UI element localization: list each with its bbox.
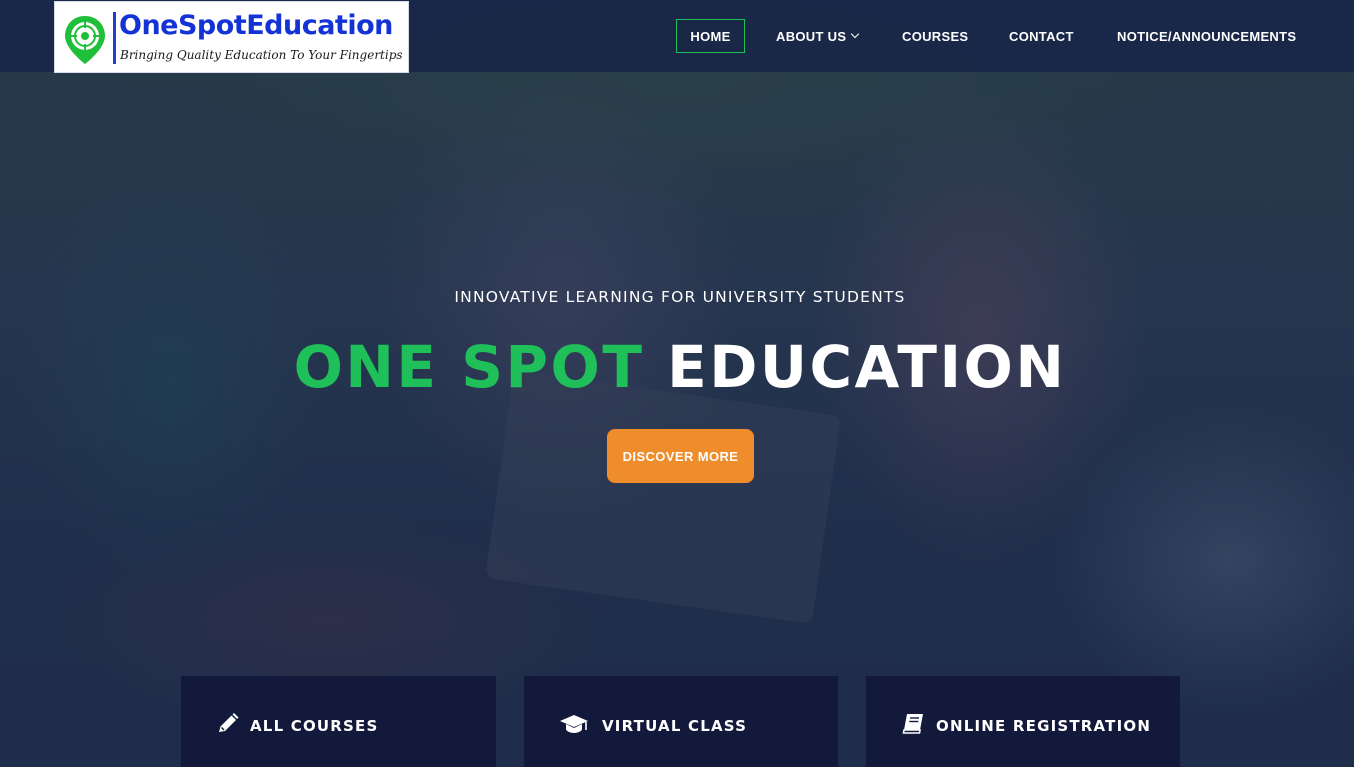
feature-label: ONLINE REGISTRATION [936, 717, 1152, 735]
nav-notice-announcements[interactable]: NOTICE/ANNOUNCEMENTS [1117, 19, 1296, 53]
logo-title: OneSpotEducation [119, 10, 393, 41]
site-header: OneSpotEducation Bringing Quality Educat… [0, 0, 1354, 73]
book-icon [902, 714, 923, 734]
nav-about-us[interactable]: ABOUT US [776, 19, 860, 53]
nav-courses[interactable]: COURSES [902, 19, 968, 53]
discover-more-button[interactable]: DISCOVER MORE [607, 429, 754, 483]
chevron-down-icon [851, 29, 860, 39]
hero-title-green: ONE SPOT [293, 333, 645, 401]
graduation-cap-icon [560, 715, 588, 733]
nav-home[interactable]: HOME [676, 19, 745, 53]
nav-contact[interactable]: CONTACT [1009, 19, 1074, 53]
site-logo[interactable]: OneSpotEducation Bringing Quality Educat… [54, 1, 409, 73]
location-target-icon [65, 16, 105, 64]
feature-card-virtual-class[interactable]: VIRTUAL CLASS [524, 676, 838, 767]
hero-subtitle: INNOVATIVE LEARNING FOR UNIVERSITY STUDE… [454, 288, 906, 306]
pencil-icon [219, 713, 239, 732]
nav-about-us-label: ABOUT US [776, 28, 847, 44]
feature-label: ALL COURSES [250, 717, 379, 735]
feature-card-all-courses[interactable]: ALL COURSES [181, 676, 496, 767]
feature-card-online-registration[interactable]: ONLINE REGISTRATION [866, 676, 1180, 767]
hero-title: ONE SPOT EDUCATION [0, 332, 1354, 402]
feature-label: VIRTUAL CLASS [602, 717, 748, 735]
logo-tagline: Bringing Quality Education To Your Finge… [120, 48, 403, 62]
logo-divider [113, 12, 116, 64]
hero-title-white: EDUCATION [667, 333, 1067, 401]
